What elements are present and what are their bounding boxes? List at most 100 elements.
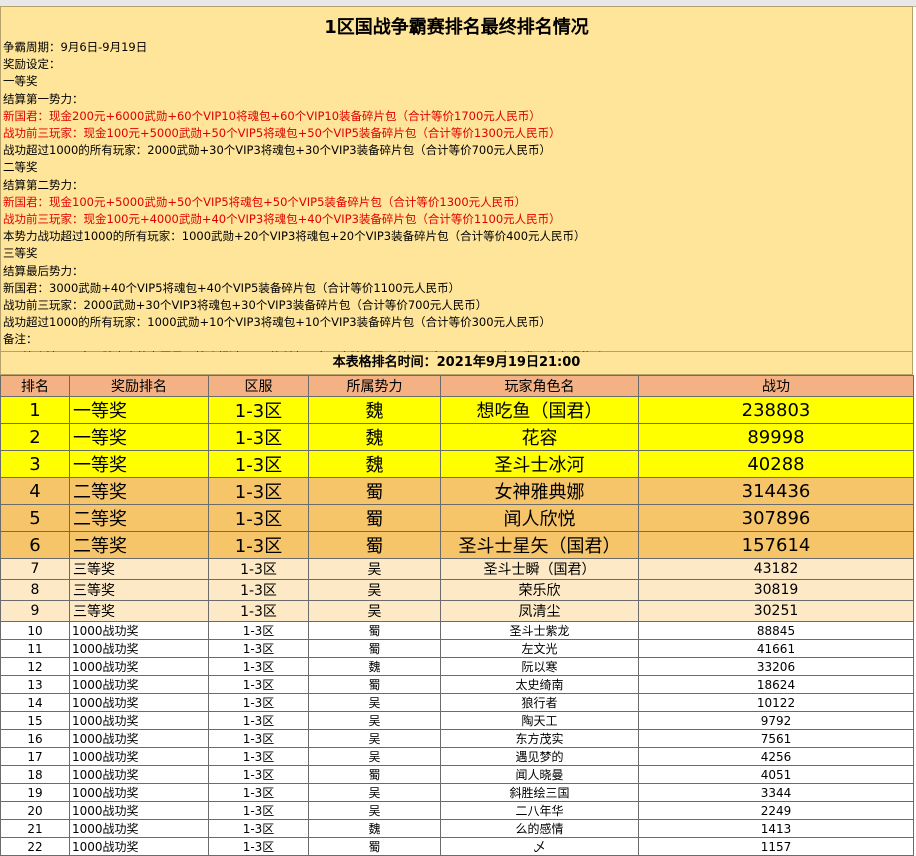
cell-server[interactable]: 1-3区 <box>208 657 309 676</box>
cell-merit[interactable]: 307896 <box>638 504 914 532</box>
cell-server[interactable]: 1-3区 <box>208 579 309 601</box>
cell-award[interactable]: 一等奖 <box>69 423 209 451</box>
cell-server[interactable]: 1-3区 <box>208 837 309 856</box>
cell-player-name[interactable]: 狼行者 <box>440 693 639 712</box>
cell-rank[interactable]: 13 <box>0 675 70 694</box>
cell-rank[interactable]: 17 <box>0 747 70 766</box>
cell-merit[interactable]: 43182 <box>638 558 914 580</box>
cell-faction[interactable]: 蜀 <box>308 504 441 532</box>
cell-server[interactable]: 1-3区 <box>208 693 309 712</box>
cell-merit[interactable]: 88845 <box>638 621 914 640</box>
cell-player-name[interactable]: 凤清尘 <box>440 600 639 622</box>
cell-server[interactable]: 1-3区 <box>208 711 309 730</box>
cell-merit[interactable]: 1157 <box>638 837 914 856</box>
cell-faction[interactable]: 吴 <box>308 600 441 622</box>
cell-faction[interactable]: 蜀 <box>308 837 441 856</box>
cell-faction[interactable]: 蜀 <box>308 621 441 640</box>
cell-player-name[interactable]: 女神雅典娜 <box>440 477 639 505</box>
cell-merit[interactable]: 10122 <box>638 693 914 712</box>
cell-rank[interactable]: 9 <box>0 600 70 622</box>
cell-award[interactable]: 1000战功奖 <box>69 621 209 640</box>
cell-player-name[interactable]: 荣乐欣 <box>440 579 639 601</box>
cell-rank[interactable]: 11 <box>0 639 70 658</box>
cell-award[interactable]: 三等奖 <box>69 600 209 622</box>
cell-player-name[interactable]: 想吃鱼（国君） <box>440 396 639 424</box>
cell-award[interactable]: 1000战功奖 <box>69 801 209 820</box>
cell-award[interactable]: 1000战功奖 <box>69 729 209 748</box>
cell-server[interactable]: 1-3区 <box>208 819 309 838</box>
cell-rank[interactable]: 18 <box>0 765 70 784</box>
cell-faction[interactable]: 蜀 <box>308 477 441 505</box>
cell-merit[interactable]: 41661 <box>638 639 914 658</box>
header-rank[interactable]: 排名 <box>0 375 70 397</box>
cell-award[interactable]: 二等奖 <box>69 477 209 505</box>
cell-server[interactable]: 1-3区 <box>208 783 309 802</box>
cell-rank[interactable]: 10 <box>0 621 70 640</box>
cell-player-name[interactable]: 花容 <box>440 423 639 451</box>
cell-merit[interactable]: 40288 <box>638 450 914 478</box>
cell-server[interactable]: 1-3区 <box>208 600 309 622</box>
cell-award[interactable]: 1000战功奖 <box>69 819 209 838</box>
cell-merit[interactable]: 18624 <box>638 675 914 694</box>
cell-merit[interactable]: 1413 <box>638 819 914 838</box>
cell-award[interactable]: 一等奖 <box>69 450 209 478</box>
cell-rank[interactable]: 8 <box>0 579 70 601</box>
cell-player-name[interactable]: 圣斗士瞬（国君） <box>440 558 639 580</box>
cell-merit[interactable]: 238803 <box>638 396 914 424</box>
cell-rank[interactable]: 1 <box>0 396 70 424</box>
header-player-name[interactable]: 玩家角色名 <box>440 375 639 397</box>
cell-merit[interactable]: 30819 <box>638 579 914 601</box>
cell-rank[interactable]: 3 <box>0 450 70 478</box>
cell-player-name[interactable]: 闻人晓曼 <box>440 765 639 784</box>
cell-merit[interactable]: 2249 <box>638 801 914 820</box>
cell-award[interactable]: 1000战功奖 <box>69 639 209 658</box>
cell-server[interactable]: 1-3区 <box>208 801 309 820</box>
cell-faction[interactable]: 吴 <box>308 801 441 820</box>
cell-merit[interactable]: 7561 <box>638 729 914 748</box>
cell-player-name[interactable]: 二八年华 <box>440 801 639 820</box>
cell-faction[interactable]: 吴 <box>308 693 441 712</box>
cell-player-name[interactable]: 太史绮南 <box>440 675 639 694</box>
header-merit[interactable]: 战功 <box>638 375 914 397</box>
cell-award[interactable]: 1000战功奖 <box>69 765 209 784</box>
cell-rank[interactable]: 16 <box>0 729 70 748</box>
cell-merit[interactable]: 89998 <box>638 423 914 451</box>
cell-server[interactable]: 1-3区 <box>208 396 309 424</box>
cell-rank[interactable]: 7 <box>0 558 70 580</box>
cell-faction[interactable]: 蜀 <box>308 765 441 784</box>
cell-player-name[interactable]: 陶天工 <box>440 711 639 730</box>
cell-rank[interactable]: 20 <box>0 801 70 820</box>
cell-award[interactable]: 1000战功奖 <box>69 783 209 802</box>
cell-server[interactable]: 1-3区 <box>208 675 309 694</box>
header-faction[interactable]: 所属势力 <box>308 375 441 397</box>
header-award[interactable]: 奖励排名 <box>69 375 209 397</box>
cell-player-name[interactable]: 左文光 <box>440 639 639 658</box>
cell-award[interactable]: 1000战功奖 <box>69 693 209 712</box>
cell-merit[interactable]: 4256 <box>638 747 914 766</box>
cell-faction[interactable]: 吴 <box>308 579 441 601</box>
cell-merit[interactable]: 314436 <box>638 477 914 505</box>
header-server[interactable]: 区服 <box>208 375 309 397</box>
cell-award[interactable]: 1000战功奖 <box>69 675 209 694</box>
cell-faction[interactable]: 蜀 <box>308 675 441 694</box>
cell-faction[interactable]: 魏 <box>308 819 441 838</box>
cell-server[interactable]: 1-3区 <box>208 747 309 766</box>
cell-faction[interactable]: 魏 <box>308 423 441 451</box>
cell-server[interactable]: 1-3区 <box>208 558 309 580</box>
cell-faction[interactable]: 魏 <box>308 450 441 478</box>
cell-faction[interactable]: 吴 <box>308 729 441 748</box>
cell-player-name[interactable]: 圣斗士紫龙 <box>440 621 639 640</box>
cell-faction[interactable]: 蜀 <box>308 639 441 658</box>
cell-server[interactable]: 1-3区 <box>208 477 309 505</box>
cell-faction[interactable]: 魏 <box>308 396 441 424</box>
cell-faction[interactable]: 蜀 <box>308 531 441 559</box>
cell-faction[interactable]: 吴 <box>308 711 441 730</box>
cell-player-name[interactable]: 么的感情 <box>440 819 639 838</box>
cell-rank[interactable]: 6 <box>0 531 70 559</box>
cell-award[interactable]: 三等奖 <box>69 558 209 580</box>
cell-server[interactable]: 1-3区 <box>208 621 309 640</box>
cell-server[interactable]: 1-3区 <box>208 531 309 559</box>
cell-player-name[interactable]: 圣斗士星矢（国君） <box>440 531 639 559</box>
cell-faction[interactable]: 吴 <box>308 747 441 766</box>
cell-faction[interactable]: 吴 <box>308 558 441 580</box>
